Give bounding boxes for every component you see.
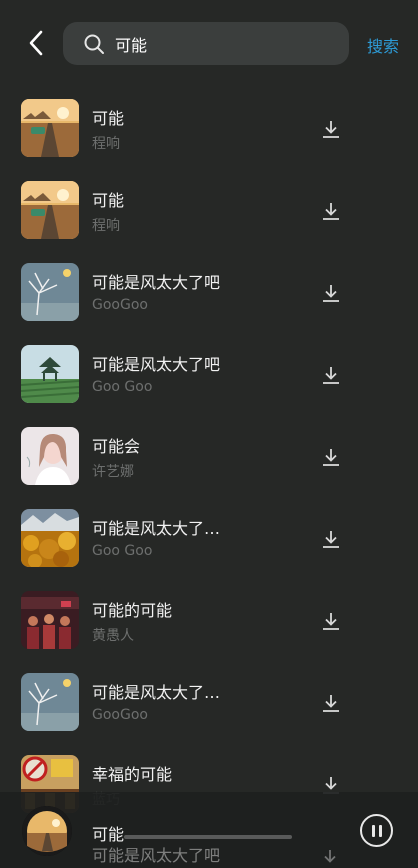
song-artist: 程响: [92, 218, 120, 234]
search-input[interactable]: [115, 34, 349, 53]
song-artist: 许艺娜: [92, 464, 134, 480]
download-icon: [323, 367, 339, 384]
search-box[interactable]: [63, 22, 349, 65]
album-cover: [21, 427, 79, 485]
download-icon: [320, 848, 342, 868]
song-title: 可能是风太大了吧: [92, 846, 221, 865]
album-cover: [21, 99, 79, 157]
album-cover: [21, 591, 79, 649]
download-icon: [323, 613, 339, 630]
album-cover: [21, 263, 79, 321]
home-indicator[interactable]: [124, 835, 292, 839]
song-artist: Goo Goo: [92, 543, 153, 559]
album-cover: [21, 181, 79, 239]
download-icon: [323, 203, 339, 220]
pause-icon: [371, 824, 375, 837]
back-button[interactable]: [20, 26, 52, 60]
song-title: 可能会: [92, 437, 141, 456]
search-button[interactable]: 搜索: [367, 33, 399, 57]
search-results-screen: 搜索 可能 程响: [0, 0, 418, 868]
song-title: 可能: [92, 109, 125, 128]
partially-hidden-song-row: 可能是风太大了吧: [0, 836, 418, 868]
download-button[interactable]: [320, 282, 342, 304]
song-title: 可能是风太大了…: [92, 683, 221, 702]
album-cover: [21, 345, 79, 403]
search-header: 搜索: [0, 0, 418, 88]
song-row[interactable]: 可能 程响: [0, 172, 418, 254]
download-button[interactable]: [320, 692, 342, 714]
song-artist: Goo Goo: [92, 379, 153, 395]
download-button[interactable]: [320, 610, 342, 632]
search-icon: [83, 33, 105, 55]
download-icon: [323, 695, 339, 712]
download-icon: [323, 449, 339, 466]
song-row[interactable]: 可能 程响: [0, 90, 418, 172]
download-button[interactable]: [320, 528, 342, 550]
song-list: 可能 程响 可能 程响 可能是风太大了吧 GooGoo 可能是风太大了吧 Goo…: [0, 90, 418, 828]
download-button[interactable]: [320, 118, 342, 140]
song-artist: 程响: [92, 136, 120, 152]
song-row[interactable]: 可能是风太大了吧 GooGoo: [0, 254, 418, 336]
download-button[interactable]: [320, 446, 342, 468]
download-button[interactable]: [320, 200, 342, 222]
download-icon: [323, 285, 339, 302]
song-row[interactable]: 可能的可能 黄愚人: [0, 582, 418, 664]
song-title: 可能是风太大了吧: [92, 355, 221, 374]
chevron-left-icon: [29, 30, 43, 56]
song-title: 可能是风太大了吧: [92, 273, 221, 292]
album-cover: [21, 673, 79, 731]
download-button[interactable]: [320, 364, 342, 386]
album-cover: [21, 509, 79, 567]
song-row[interactable]: 可能是风太大了… GooGoo: [0, 664, 418, 746]
song-row[interactable]: 可能是风太大了吧 Goo Goo: [0, 336, 418, 418]
song-title: 幸福的可能: [92, 765, 173, 784]
song-artist: 黄愚人: [92, 628, 134, 644]
song-title: 可能是风太大了…: [92, 519, 221, 538]
song-artist: GooGoo: [92, 707, 148, 723]
song-title: 可能: [92, 191, 125, 210]
download-icon: [323, 531, 339, 548]
song-row[interactable]: 可能会 许艺娜: [0, 418, 418, 500]
song-artist: GooGoo: [92, 297, 148, 313]
song-row[interactable]: 可能是风太大了… Goo Goo: [0, 500, 418, 582]
song-title: 可能的可能: [92, 601, 173, 620]
download-icon: [323, 121, 339, 138]
